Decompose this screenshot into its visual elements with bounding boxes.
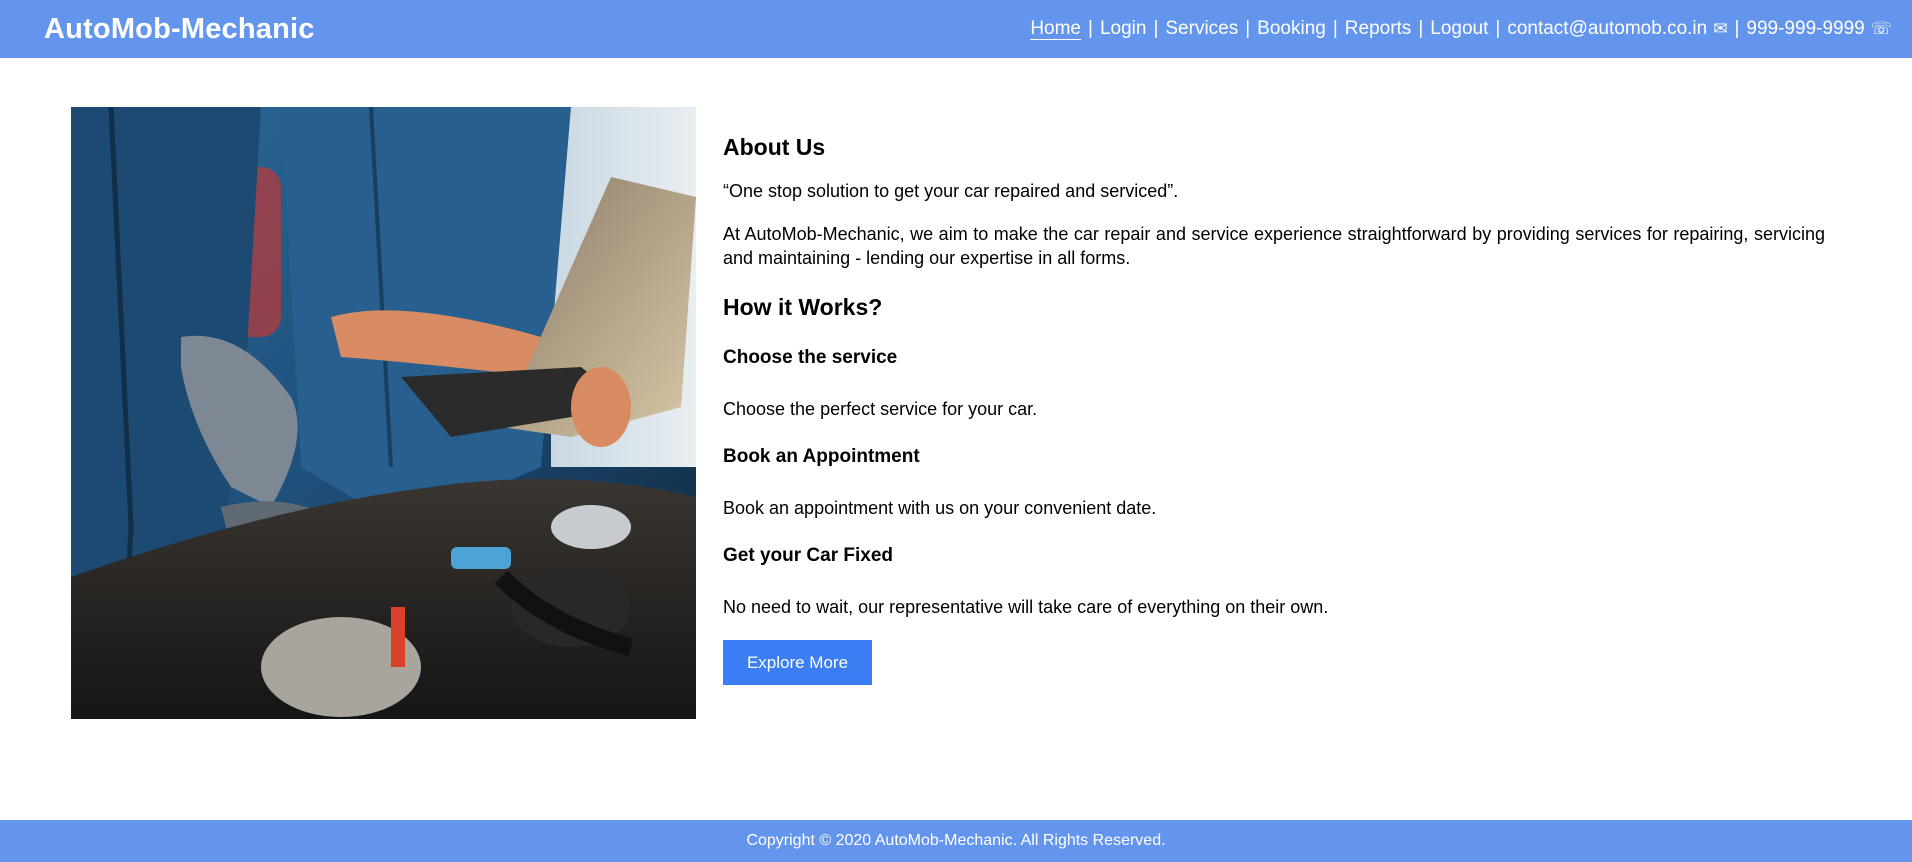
nav-home-link[interactable]: Home bbox=[1030, 18, 1081, 40]
how-it-works-heading: How it Works? bbox=[723, 294, 883, 320]
step-description: Book an appointment with us on your conv… bbox=[723, 498, 1157, 518]
nav-reports-link[interactable]: Reports bbox=[1345, 18, 1412, 40]
mechanic-photo bbox=[71, 107, 696, 719]
nav-separator: | bbox=[1088, 18, 1093, 39]
about-quote: “One stop solution to get your car repai… bbox=[723, 181, 1179, 201]
nav-links: Home | Login | Services | Booking | Repo… bbox=[1030, 18, 1892, 40]
footer: Copyright © 2020 AutoMob-Mechanic. All R… bbox=[0, 820, 1912, 862]
nav-separator: | bbox=[1245, 18, 1251, 39]
nav-booking-link[interactable]: Booking bbox=[1257, 18, 1326, 40]
nav-separator: | bbox=[1734, 18, 1740, 39]
step-title: Get your Car Fixed bbox=[723, 545, 893, 566]
nav-separator: | bbox=[1153, 18, 1159, 39]
about-section: About Us “One stop solution to get your … bbox=[723, 134, 1825, 685]
about-heading: About Us bbox=[723, 134, 826, 160]
mechanic-photo-illustration bbox=[71, 107, 696, 719]
nav-separator: | bbox=[1495, 18, 1501, 39]
nav-separator: | bbox=[1418, 18, 1424, 39]
step-title: Choose the service bbox=[723, 347, 898, 368]
nav-separator: | bbox=[1332, 18, 1338, 39]
phone-icon: ☏ bbox=[1870, 19, 1892, 38]
copyright-text: Copyright © 2020 AutoMob-Mechanic. All R… bbox=[746, 832, 1166, 849]
envelope-icon: ✉ bbox=[1713, 19, 1728, 38]
nav-services-link[interactable]: Services bbox=[1165, 18, 1238, 40]
about-description: At AutoMob-Mechanic, we aim to make the … bbox=[723, 224, 1825, 268]
nav-login-link[interactable]: Login bbox=[1100, 18, 1147, 40]
explore-more-button[interactable]: Explore More bbox=[723, 640, 872, 685]
brand-logo-text[interactable]: AutoMob-Mechanic bbox=[44, 13, 315, 46]
step-title: Book an Appointment bbox=[723, 446, 920, 467]
nav-logout-link[interactable]: Logout bbox=[1430, 18, 1488, 40]
step-description: Choose the perfect service for your car. bbox=[723, 399, 1038, 419]
contact-phone-link[interactable]: 999-999-9999 bbox=[1746, 18, 1864, 40]
contact-email-link[interactable]: contact@automob.co.in bbox=[1507, 18, 1707, 40]
top-navbar: AutoMob-Mechanic Home | Login | Services… bbox=[0, 0, 1912, 58]
step-description: No need to wait, our representative will… bbox=[723, 597, 1329, 617]
